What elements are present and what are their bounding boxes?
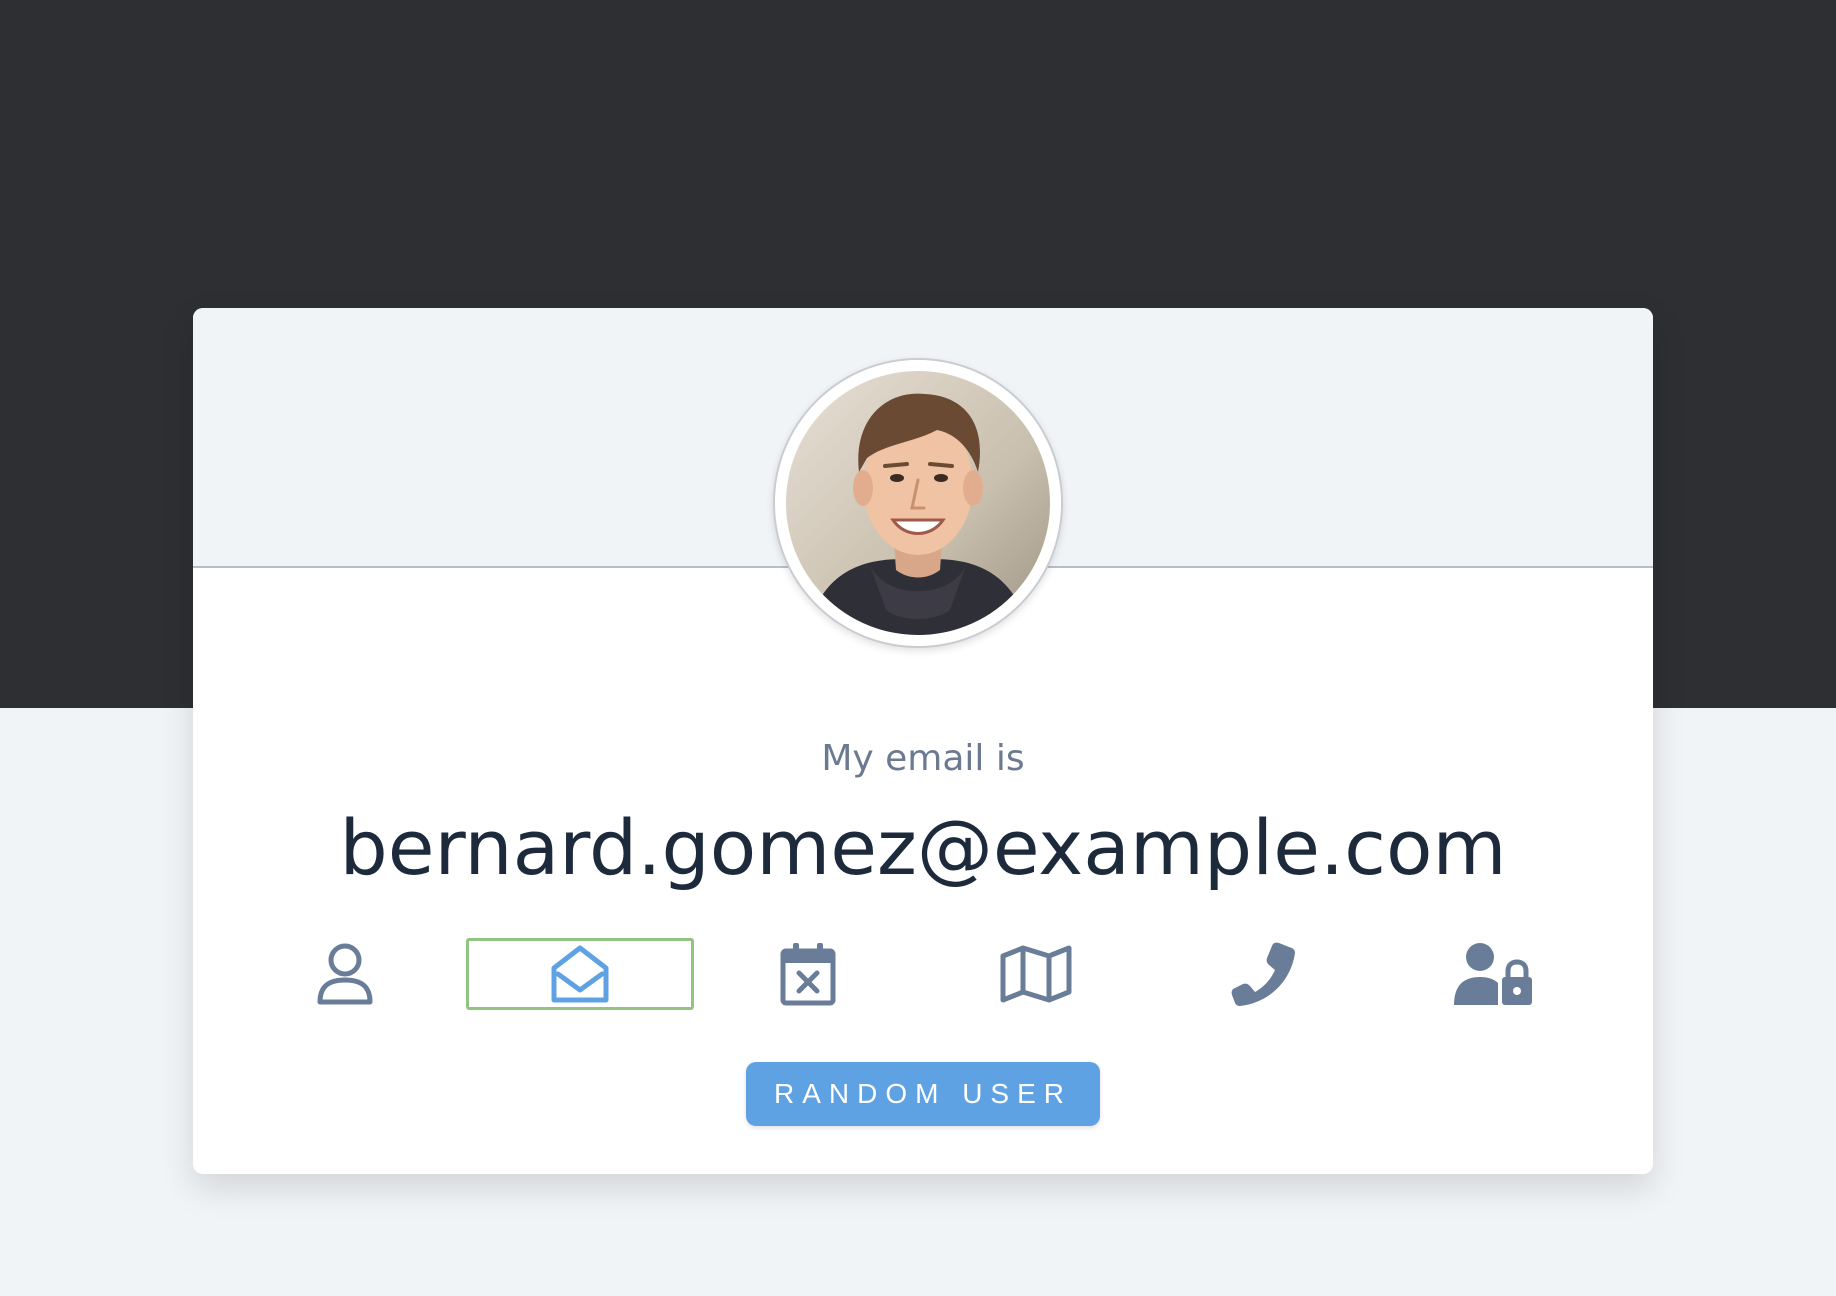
calendar-x-icon [780,943,836,1006]
envelope-open-icon [551,945,609,1003]
password-icon-button[interactable] [1379,938,1607,1010]
address-icon-button[interactable] [922,938,1150,1010]
random-user-button[interactable]: RANDOM USER [746,1062,1100,1126]
map-icon [1000,945,1072,1003]
avatar [773,358,1063,648]
email-icon-button[interactable] [466,938,694,1010]
user-icon-button[interactable] [231,938,459,1010]
phone-icon-button[interactable] [1150,938,1378,1010]
user-card: My email is bernard.gomez@example.com RA… [193,308,1653,1174]
birthday-icon-button[interactable] [694,938,922,1010]
phone-icon [1231,942,1295,1006]
user-lock-icon [1454,943,1532,1005]
user-icon [317,943,373,1005]
info-icon-bar [193,938,1653,1014]
info-caption: My email is [821,738,1025,779]
info-value: bernard.gomez@example.com [339,803,1507,892]
